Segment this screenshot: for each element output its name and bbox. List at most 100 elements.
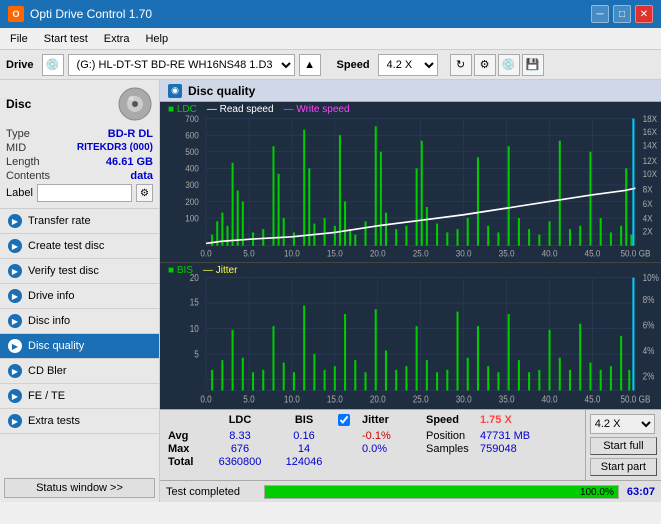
progress-bar [265, 486, 618, 498]
fe-te-label: FE / TE [28, 390, 65, 402]
charts-area: ■ LDC — Read speed — Write speed [160, 102, 661, 409]
disc-contents-label: Contents [6, 170, 50, 182]
disc-mid-label: MID [6, 142, 26, 154]
total-ldc: 6360800 [210, 456, 270, 468]
drive-disc-icon[interactable]: 💿 [42, 54, 64, 76]
disc-type-label: Type [6, 128, 30, 140]
extra-tests-icon: ▶ [8, 414, 22, 428]
svg-text:25.0: 25.0 [413, 248, 429, 258]
svg-text:700: 700 [185, 114, 199, 124]
save-icon[interactable]: 💾 [522, 54, 544, 76]
toolbar-icons: ↻ ⚙ 💿 💾 [450, 54, 544, 76]
svg-text:10.0: 10.0 [284, 248, 300, 258]
svg-text:0.0: 0.0 [200, 248, 212, 258]
read-speed-legend: — Read speed [207, 104, 274, 115]
speed-dropdown[interactable]: 4.2 X [590, 414, 655, 434]
disc-label-input[interactable] [37, 184, 132, 202]
disc-length-row: Length 46.61 GB [6, 156, 153, 168]
avg-jitter: -0.1% [362, 430, 422, 442]
start-full-button[interactable]: Start full [590, 437, 657, 455]
eject-icon[interactable]: ▲ [299, 54, 321, 76]
position-value: 47731 MB [480, 430, 540, 442]
disc-mid-value: RITEKDR3 (000) [77, 142, 153, 154]
sidebar-item-verify-test[interactable]: ▶ Verify test disc [0, 259, 159, 284]
disc-label-btn[interactable]: ⚙ [136, 184, 153, 202]
svg-text:10%: 10% [643, 273, 659, 284]
start-part-button[interactable]: Start part [590, 458, 657, 476]
speed-col-label: Speed [426, 414, 476, 429]
refresh-icon[interactable]: ↻ [450, 54, 472, 76]
ldc-col-header: LDC [210, 414, 270, 429]
window-controls: ─ □ ✕ [591, 5, 653, 23]
svg-text:35.0: 35.0 [499, 248, 515, 258]
sidebar-item-create-test[interactable]: ▶ Create test disc [0, 234, 159, 259]
minimize-button[interactable]: ─ [591, 5, 609, 23]
svg-text:45.0: 45.0 [585, 394, 601, 405]
disc-length-value: 46.61 GB [106, 156, 153, 168]
svg-text:2%: 2% [643, 371, 655, 382]
stats-header-row: LDC BIS Jitter Speed 1.75 X [168, 414, 577, 429]
drive-select[interactable]: (G:) HL-DT-ST BD-RE WH16NS48 1.D3 [68, 54, 295, 76]
sidebar-item-disc-info[interactable]: ▶ Disc info [0, 309, 159, 334]
disc-info-panel: Disc Type BD-R DL MID RITEKDR3 (000) Len… [0, 80, 159, 209]
max-jitter: 0.0% [362, 443, 422, 455]
svg-text:14X: 14X [643, 140, 658, 150]
drive-bar: Drive 💿 (G:) HL-DT-ST BD-RE WH16NS48 1.D… [0, 50, 661, 80]
disc-quality-icon: ▶ [8, 339, 22, 353]
quality-header: ◉ Disc quality [160, 80, 661, 102]
sidebar-item-cd-bler[interactable]: ▶ CD Bler [0, 359, 159, 384]
disc-info-icon: ▶ [8, 314, 22, 328]
menu-help[interactable]: Help [139, 31, 174, 47]
samples-label: Samples [426, 443, 476, 455]
disc-type-row: Type BD-R DL [6, 128, 153, 140]
drive-label: Drive [6, 59, 34, 71]
maximize-button[interactable]: □ [613, 5, 631, 23]
sidebar-item-fe-te[interactable]: ▶ FE / TE [0, 384, 159, 409]
jitter-legend: — Jitter [203, 265, 237, 276]
create-test-label: Create test disc [28, 240, 104, 252]
svg-text:6X: 6X [643, 199, 653, 209]
sidebar-item-disc-quality[interactable]: ▶ Disc quality [0, 334, 159, 359]
jitter-checkbox[interactable] [338, 414, 350, 426]
quality-panel-icon: ◉ [168, 84, 182, 98]
stats-main: LDC BIS Jitter Speed 1.75 X Avg 8.33 0.1… [160, 410, 585, 480]
svg-text:50.0 GB: 50.0 GB [620, 394, 650, 405]
svg-text:0.0: 0.0 [200, 394, 211, 405]
disc-label-text: Label [6, 187, 33, 199]
disc-quality-label: Disc quality [28, 340, 84, 352]
close-button[interactable]: ✕ [635, 5, 653, 23]
avg-label: Avg [168, 430, 206, 442]
avg-spacer [338, 430, 358, 442]
disc-icon[interactable]: 💿 [498, 54, 520, 76]
stats-max-row: Max 676 14 0.0% Samples 759048 [168, 443, 577, 455]
position-label: Position [426, 430, 476, 442]
svg-text:400: 400 [185, 163, 199, 173]
speed-select[interactable]: 4.2 X [378, 54, 438, 76]
max-bis: 14 [274, 443, 334, 455]
title-bar: O Opti Drive Control 1.70 ─ □ ✕ [0, 0, 661, 28]
menu-start-test[interactable]: Start test [38, 31, 94, 47]
sidebar-item-drive-info[interactable]: ▶ Drive info [0, 284, 159, 309]
sidebar-item-transfer-rate[interactable]: ▶ Transfer rate [0, 209, 159, 234]
bis-legend: ■ BIS [168, 265, 193, 276]
disc-section-title: Disc [6, 97, 31, 111]
bis-chart: ■ BIS — Jitter [160, 263, 661, 409]
stats-total-row: Total 6360800 124046 [168, 456, 577, 468]
status-window-button[interactable]: Status window >> [4, 478, 155, 498]
chart1-legend: ■ LDC — Read speed — Write speed [168, 104, 350, 115]
settings-icon[interactable]: ⚙ [474, 54, 496, 76]
disc-contents-row: Contents data [6, 170, 153, 182]
sidebar-item-extra-tests[interactable]: ▶ Extra tests [0, 409, 159, 434]
svg-text:50.0 GB: 50.0 GB [620, 248, 650, 258]
verify-test-icon: ▶ [8, 264, 22, 278]
menu-extra[interactable]: Extra [98, 31, 136, 47]
chart2-svg: 20 15 10 5 10% 8% 6% 4% 2% [160, 263, 661, 409]
svg-text:12X: 12X [643, 156, 658, 166]
avg-ldc: 8.33 [210, 430, 270, 442]
svg-text:30.0: 30.0 [456, 248, 472, 258]
disc-header: Disc [6, 86, 153, 122]
svg-text:300: 300 [185, 180, 199, 190]
stats-avg-row: Avg 8.33 0.16 -0.1% Position 47731 MB [168, 430, 577, 442]
menu-file[interactable]: File [4, 31, 34, 47]
svg-text:16X: 16X [643, 127, 658, 137]
